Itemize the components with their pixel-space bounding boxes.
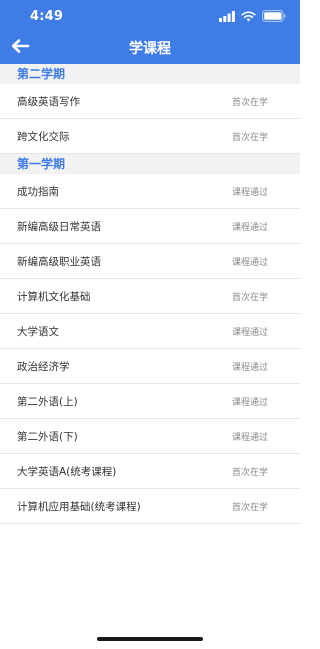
- course-name: 成功指南: [17, 185, 59, 198]
- course-name: 第二外语(上): [17, 395, 78, 408]
- course-status: 首次在学: [231, 132, 268, 143]
- course-name: 政治经济学: [17, 360, 70, 373]
- course-list: 第二学期 高级英语写作 首次在学 跨文化交际 首次在学 第一学期 成功指南 课程…: [0, 64, 300, 524]
- course-row[interactable]: 跨文化交际 首次在学: [0, 119, 300, 154]
- home-indicator[interactable]: [97, 637, 203, 641]
- course-name: 计算机文化基础: [17, 290, 91, 303]
- section-header-semester-1: 第一学期: [0, 154, 300, 174]
- course-name: 大学语文: [17, 325, 59, 338]
- course-row[interactable]: 第二外语(下) 课程通过: [0, 419, 300, 454]
- course-row[interactable]: 大学英语A(统考课程) 首次在学: [0, 454, 300, 489]
- course-row[interactable]: 新编高级职业英语 课程通过: [0, 244, 300, 279]
- signal-icon: [219, 10, 235, 22]
- course-name: 高级英语写作: [17, 95, 80, 108]
- status-time: 4:49: [30, 9, 64, 24]
- course-status: 首次在学: [231, 292, 268, 303]
- course-name: 计算机应用基础(统考课程): [17, 500, 141, 513]
- course-row[interactable]: 计算机应用基础(统考课程) 首次在学: [0, 489, 300, 524]
- course-row[interactable]: 计算机文化基础 首次在学: [0, 279, 300, 314]
- course-status: 课程通过: [231, 432, 268, 443]
- course-status: 课程通过: [231, 327, 268, 338]
- course-name: 大学英语A(统考课程): [17, 465, 117, 478]
- course-name: 跨文化交际: [17, 130, 70, 143]
- wifi-icon: [241, 10, 256, 21]
- course-row[interactable]: 第二外语(上) 课程通过: [0, 384, 300, 419]
- course-row[interactable]: 大学语文 课程通过: [0, 314, 300, 349]
- course-status: 课程通过: [231, 257, 268, 268]
- course-row[interactable]: 政治经济学 课程通过: [0, 349, 300, 384]
- page-title: 学课程: [129, 41, 171, 57]
- course-status: 首次在学: [231, 502, 268, 513]
- course-row[interactable]: 成功指南 课程通过: [0, 174, 300, 209]
- course-name: 第二外语(下): [17, 430, 78, 443]
- course-name: 新编高级职业英语: [17, 255, 101, 268]
- course-status: 课程通过: [231, 362, 268, 373]
- course-status: 课程通过: [231, 222, 268, 233]
- section-header-semester-2: 第二学期: [0, 64, 300, 84]
- course-name: 新编高级日常英语: [17, 220, 101, 233]
- course-status: 首次在学: [231, 97, 268, 108]
- course-row[interactable]: 新编高级日常英语 课程通过: [0, 209, 300, 244]
- course-status: 课程通过: [231, 187, 268, 198]
- course-row[interactable]: 高级英语写作 首次在学: [0, 84, 300, 119]
- battery-icon: [262, 10, 286, 22]
- nav-header: 4:49 学课程: [0, 0, 300, 64]
- course-status: 首次在学: [231, 467, 268, 478]
- status-icons: [219, 10, 286, 22]
- course-status: 课程通过: [231, 397, 268, 408]
